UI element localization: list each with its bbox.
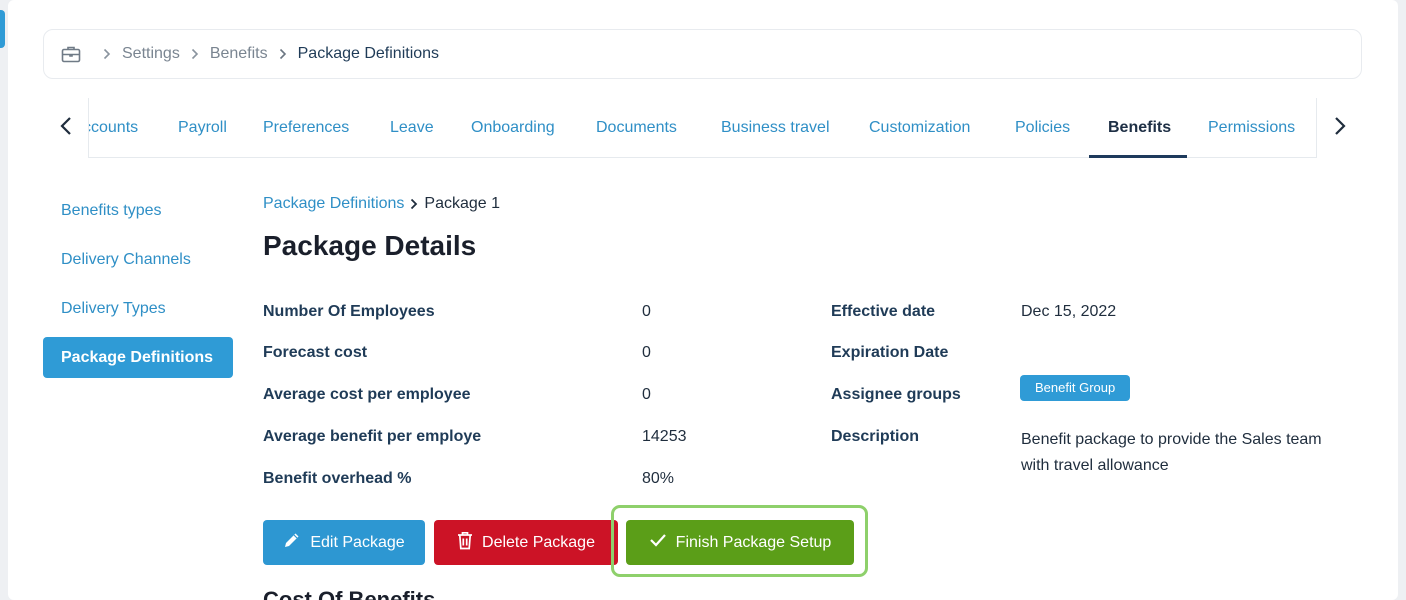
chevron-right-icon [1334,116,1346,141]
trash-icon [457,531,482,555]
breadcrumb-settings[interactable]: Settings [122,45,180,63]
section-title-cost-of-benefits: Cost Of Benefits [263,590,435,600]
value-number-of-employees: 0 [642,303,651,320]
value-average-cost-per-employee: 0 [642,386,651,403]
side-item-delivery-types[interactable]: Delivery Types [43,288,233,329]
sub-breadcrumb-parent[interactable]: Package Definitions [263,195,404,213]
tab-strip: ccounts Payroll Preferences Leave Onboar… [89,98,1316,158]
tab-documents[interactable]: Documents [596,98,677,158]
tabs-scroll-right-button[interactable] [1316,98,1362,158]
edit-package-button[interactable]: Edit Package [263,520,425,565]
assignee-group-badge[interactable]: Benefit Group [1020,375,1131,401]
label-description: Description [831,428,920,445]
settings-tabs: ccounts Payroll Preferences Leave Onboar… [43,98,1362,158]
label-assignee-groups: Assignee groups [831,386,961,403]
checkmark-icon [649,533,676,552]
label-effective-date: Effective date [831,303,936,320]
tab-policies[interactable]: Policies [1015,98,1070,158]
label-benefit-overhead: Benefit overhead % [263,470,412,487]
value-forecast-cost: 0 [642,344,651,361]
main-panel: Settings Benefits Package Definitions cc… [8,0,1398,600]
chevron-right-icon [279,48,287,60]
label-number-of-employees: Number Of Employees [263,303,435,320]
delete-package-button[interactable]: Delete Package [434,520,618,565]
value-benefit-overhead: 80% [642,470,675,487]
sub-breadcrumb-current: Package 1 [424,195,501,212]
tab-permissions[interactable]: Permissions [1208,98,1295,158]
finish-package-setup-label: Finish Package Setup [675,533,832,551]
tabs-scroll-left-button[interactable] [43,98,89,158]
pencil-icon [283,531,310,554]
tab-customization[interactable]: Customization [869,98,970,158]
tab-leave[interactable]: Leave [390,98,434,158]
value-average-benefit-per-employee: 14253 [642,428,687,445]
chevron-left-icon [59,116,72,141]
finish-package-setup-button[interactable]: Finish Package Setup [626,520,854,565]
label-average-cost-per-employee: Average cost per employee [263,386,471,403]
value-effective-date: Dec 15, 2022 [1021,303,1117,320]
breadcrumb-benefits[interactable]: Benefits [210,45,268,63]
benefits-side-nav: Benefits types Delivery Channels Deliver… [43,190,233,386]
label-average-benefit-per-employee: Average benefit per employe [263,428,482,445]
side-item-benefits-types[interactable]: Benefits types [43,190,233,231]
breadcrumb: Settings Benefits Package Definitions [43,29,1362,79]
page-title: Package Details [263,230,477,261]
chevron-right-icon [410,198,418,210]
tab-payroll[interactable]: Payroll [178,98,227,158]
briefcase-icon[interactable] [60,43,82,65]
edit-package-label: Edit Package [310,533,405,551]
chevron-right-icon [191,48,199,60]
tab-benefits[interactable]: Benefits [1088,98,1188,158]
chevron-right-icon [103,48,111,60]
side-item-delivery-channels[interactable]: Delivery Channels [43,239,233,280]
value-description: Benefit package to provide the Sales tea… [1021,431,1322,474]
side-item-package-definitions[interactable]: Package Definitions [43,337,233,378]
label-forecast-cost: Forecast cost [263,344,368,361]
delete-package-label: Delete Package [482,533,595,551]
tab-onboarding[interactable]: Onboarding [471,98,555,158]
label-expiration-date: Expiration Date [831,344,949,361]
tab-accounts[interactable]: ccounts [89,98,138,158]
tab-business-travel[interactable]: Business travel [721,98,830,158]
tab-preferences[interactable]: Preferences [263,98,349,158]
breadcrumb-current: Package Definitions [297,45,440,62]
left-edge-accent [0,10,5,48]
sub-breadcrumb: Package Definitions Package 1 [263,195,500,213]
